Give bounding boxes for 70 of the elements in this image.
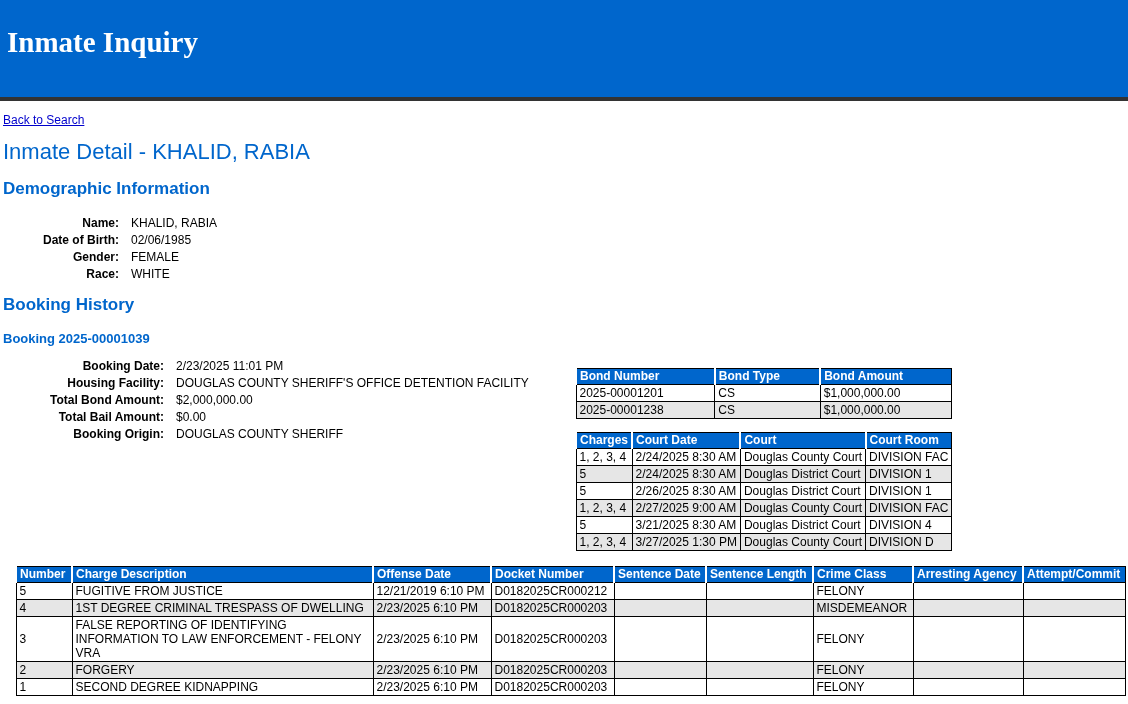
table-cell: 12/21/2019 6:10 PM <box>373 582 491 600</box>
column-header: Sentence Length <box>706 566 813 583</box>
column-header: Crime Class <box>813 566 913 583</box>
table-cell: FELONY <box>813 582 913 600</box>
page-title: Inmate Detail - KHALID, RABIA <box>3 139 311 165</box>
table-cell: DIVISION 4 <box>865 516 952 534</box>
column-header: Number <box>16 566 72 583</box>
column-header: Bond Number <box>576 368 715 385</box>
field-value: DOUGLAS COUNTY SHERIFF <box>176 427 345 441</box>
field-value: WHITE <box>131 267 171 281</box>
field-value: KHALID, RABIA <box>131 216 218 230</box>
field-label: Gender: <box>72 250 119 264</box>
table-cell: D0182025CR000203 <box>491 678 614 696</box>
field-label: Booking Origin: <box>72 427 164 441</box>
table-cell: D0182025CR000203 <box>491 616 614 662</box>
field-label: Total Bail Amount: <box>57 410 164 424</box>
field-value: $0.00 <box>176 410 207 424</box>
field-value: $2,000,000.00 <box>176 393 254 407</box>
section-heading: Demographic Information <box>3 179 211 199</box>
table-cell: 2/23/2025 6:10 PM <box>373 616 491 662</box>
table-cell: FALSE REPORTING OF IDENTIFYING INFORMATION TO LAW ENFORCEMENT - FELONY VRA <box>72 616 373 662</box>
table-cell: FUGITIVE FROM JUSTICE <box>72 582 373 600</box>
booking-heading: Booking 2025-00001039 <box>3 331 151 346</box>
table-cell: DIVISION 1 <box>865 482 952 500</box>
table-cell: 5 <box>16 582 72 600</box>
field-label: Name: <box>81 216 119 230</box>
field-value: DOUGLAS COUNTY SHERIFF'S OFFICE DETENTION FACILITY <box>176 376 529 390</box>
table-cell: 2/23/2025 6:10 PM <box>373 678 491 696</box>
table-cell: 2/24/2025 8:30 AM <box>632 448 741 466</box>
column-header: Charge Description <box>72 566 373 583</box>
table-cell: 5 <box>576 482 633 500</box>
column-header: Court Room <box>865 432 952 449</box>
column-header: Docket Number <box>491 566 614 583</box>
table-cell: SECOND DEGREE KIDNAPPING <box>72 678 373 696</box>
table-cell: Douglas County Court <box>740 448 866 466</box>
column-header: Attempt/Commit <box>1023 566 1126 583</box>
table-cell: 1, 2, 3, 4 <box>576 448 633 466</box>
table-cell: 2/26/2025 8:30 AM <box>632 482 741 500</box>
field-value: 02/06/1985 <box>131 233 193 247</box>
column-header: Bond Amount <box>820 368 952 385</box>
table-cell: FELONY <box>813 678 913 696</box>
column-header: Offense Date <box>373 566 491 583</box>
table-cell: CS <box>714 384 821 402</box>
column-header: Charges <box>576 432 633 449</box>
table-cell: 3 <box>16 616 72 662</box>
column-header: Court Date <box>632 432 741 449</box>
field-label: Booking Date: <box>81 359 164 373</box>
back-to-search-link[interactable]: Back to Search <box>3 113 85 127</box>
table-cell: Douglas District Court <box>740 482 866 500</box>
field-value: 2/23/2025 11:01 PM <box>176 359 285 373</box>
column-header: Bond Type <box>714 368 821 385</box>
site-title: Inmate Inquiry <box>7 26 198 59</box>
table-cell: Douglas District Court <box>740 516 866 534</box>
field-label: Housing Facility: <box>66 376 164 390</box>
table-cell: FELONY <box>813 616 913 662</box>
field-label: Race: <box>85 267 119 281</box>
field-label: Total Bond Amount: <box>50 393 164 407</box>
table-cell: $1,000,000.00 <box>820 384 952 402</box>
table-cell: 1 <box>16 678 72 696</box>
column-header: Court <box>740 432 866 449</box>
column-header: Arresting Agency <box>913 566 1023 583</box>
table-cell: D0182025CR000212 <box>491 582 614 600</box>
table-cell: 5 <box>576 516 633 534</box>
section-heading: Booking History <box>3 295 136 315</box>
table-cell: 2025-00001201 <box>576 384 715 402</box>
field-label: Date of Birth: <box>43 233 119 247</box>
table-cell: 3/21/2025 8:30 AM <box>632 516 741 534</box>
field-value: FEMALE <box>131 250 180 264</box>
table-cell: DIVISION FAC <box>865 448 952 466</box>
column-header: Sentence Date <box>614 566 706 583</box>
